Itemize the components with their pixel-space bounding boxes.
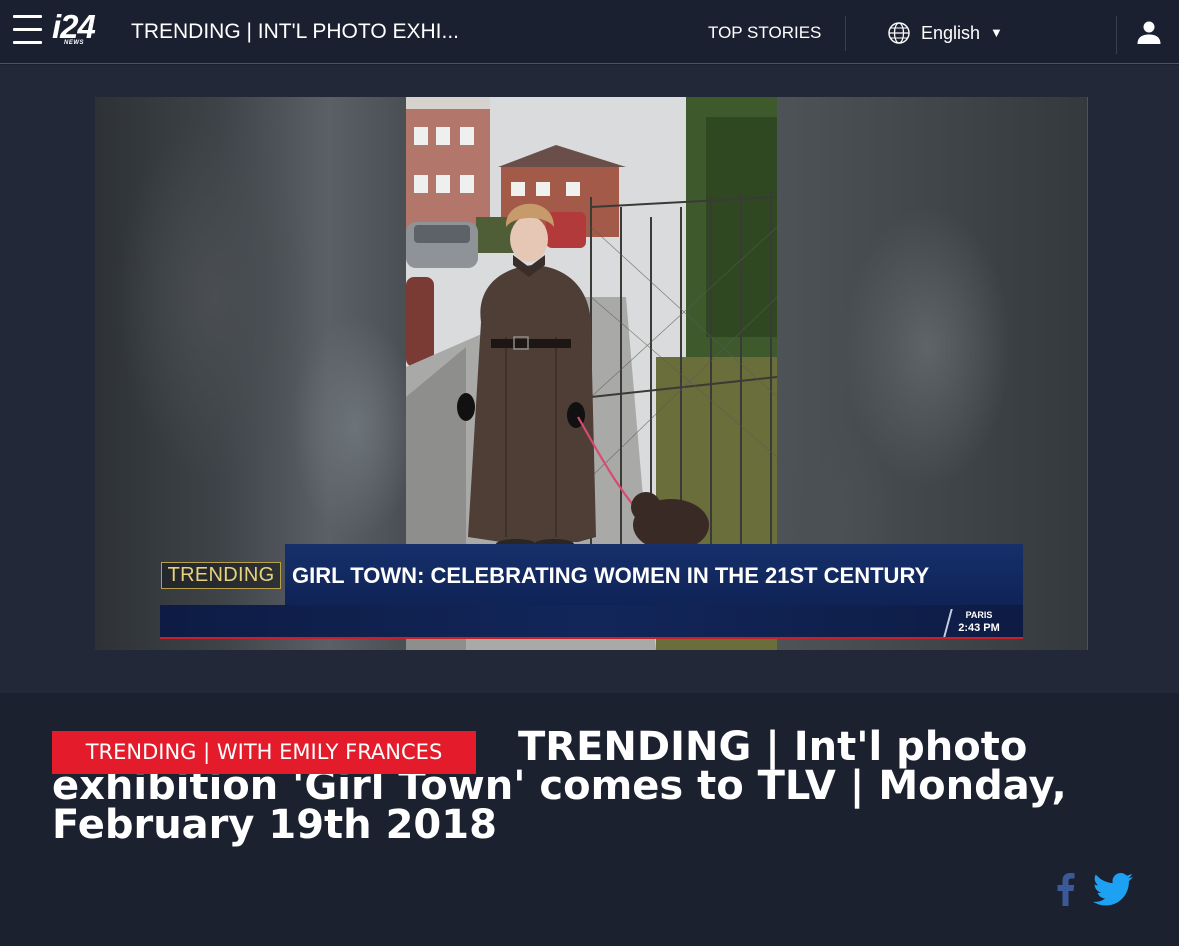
top-navigation-bar: i24 NEWS TRENDING | INT'L PHOTO EXHI... … [0,0,1179,64]
language-selector[interactable]: English ▼ [887,20,1003,46]
video-player[interactable]: TRENDING GIRL TOWN: CELEBRATING WOMEN IN… [95,97,1088,650]
logo-subtext: NEWS [64,40,84,46]
facebook-icon[interactable] [1053,872,1077,906]
i24news-logo[interactable]: i24 NEWS [52,9,112,49]
nav-divider [1116,16,1117,54]
show-tag-badge[interactable]: TRENDING | WITH EMILY FRANCES [52,731,476,774]
lower-third-headline: GIRL TOWN: CELEBRATING WOMEN IN THE 21ST… [292,563,930,588]
caret-down-icon: ▼ [990,25,1003,40]
page-title: TRENDING | INT'L PHOTO EXHI... [131,20,460,43]
globe-icon [888,22,910,44]
user-icon[interactable] [1136,19,1162,45]
lower-third-city: PARIS [965,610,993,620]
hamburger-menu-icon[interactable] [13,15,42,45]
top-stories-link[interactable]: TOP STORIES [708,23,821,43]
language-label: English [921,23,981,43]
lower-third-segment-tag: TRENDING [161,562,281,589]
lower-third-ticker-bar [160,605,1023,639]
nav-divider [845,16,846,51]
lower-third-time: 2:43 PM [958,622,1000,634]
twitter-icon[interactable] [1093,873,1133,906]
